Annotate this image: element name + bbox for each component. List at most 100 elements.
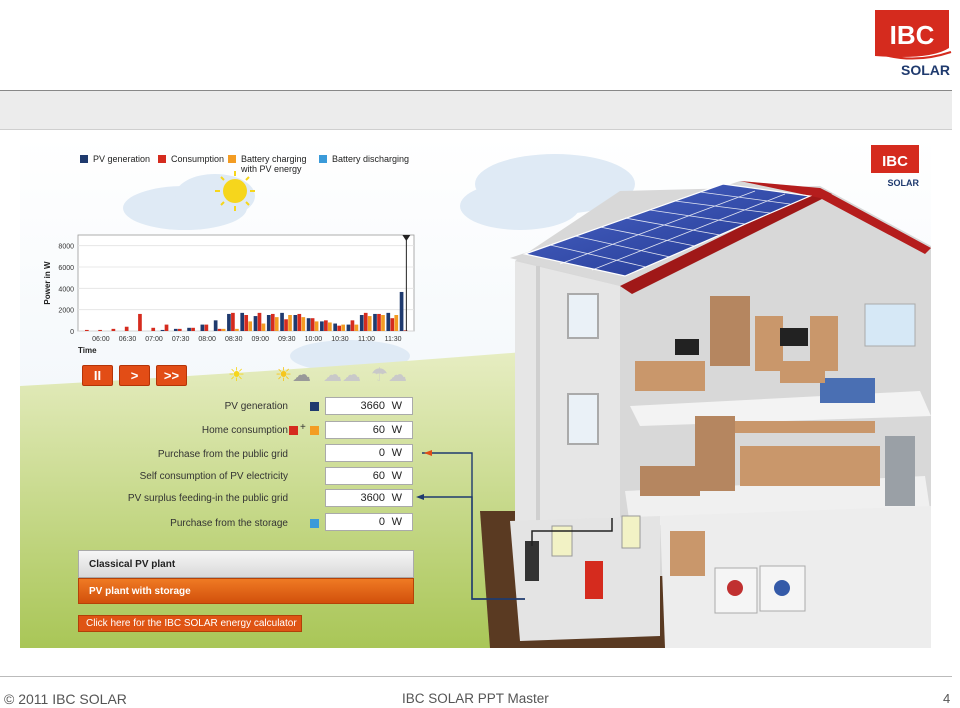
bar-pv-generation: [399, 291, 404, 331]
bar-battery-charging-with-pv-energy: [235, 328, 239, 331]
play-button[interactable]: >: [119, 365, 150, 386]
legend-battery-charging: Battery charging with PV energy: [228, 154, 318, 174]
bar-battery-charging-with-pv-energy: [274, 317, 279, 331]
legend-label: Battery charging with PV energy: [241, 154, 307, 174]
bar-battery-charging-with-pv-energy: [394, 315, 399, 331]
bar-consumption: [324, 320, 328, 331]
bar-pv-generation: [200, 324, 205, 331]
bar-pv-generation: [240, 312, 245, 331]
home-consumption-field: 60 W: [325, 421, 413, 439]
bar-consumption: [231, 312, 235, 331]
self-consumption-field: 60 W: [325, 467, 413, 485]
bar-pv-generation: [293, 315, 298, 331]
bar-battery-charging-with-pv-energy: [354, 324, 359, 331]
unit: W: [391, 516, 402, 528]
legend-consumption: Consumption: [158, 154, 224, 164]
classical-pv-plant-tab[interactable]: Classical PV plant: [78, 550, 414, 578]
bar-pv-generation: [373, 313, 377, 331]
bar-battery-charging-with-pv-energy: [367, 316, 372, 331]
value: 60: [372, 470, 385, 482]
bar-consumption: [177, 328, 182, 331]
app-logo-brand: IBC: [882, 153, 908, 170]
bar-consumption: [124, 326, 129, 331]
energy-calculator-button[interactable]: Click here for the IBC SOLAR energy calc…: [78, 615, 302, 632]
sun-cloud-icon[interactable]: ☀☁: [275, 366, 311, 386]
fast-forward-button[interactable]: >>: [156, 365, 187, 386]
footer-title: IBC SOLAR PPT Master: [402, 691, 549, 706]
x-tick-label: 08:30: [225, 336, 243, 343]
bar-pv-generation: [346, 324, 351, 331]
app-logo-sub: SOLAR: [888, 178, 920, 188]
x-axis-label: Time: [78, 346, 97, 355]
title-band: [0, 90, 952, 130]
x-tick-label: 09:30: [278, 336, 296, 343]
pause-button[interactable]: II: [82, 365, 113, 386]
bar-consumption: [270, 313, 275, 331]
value: 60: [372, 424, 385, 436]
bar-consumption: [297, 313, 302, 331]
legend-label: Battery discharging: [332, 154, 410, 164]
ibc-solar-logo: IBC SOLAR: [875, 10, 952, 78]
bar-pv-generation: [359, 315, 364, 331]
energy-simulation-app: IBC SOLAR PV generation Consumption Batt…: [20, 136, 931, 648]
bar-consumption: [390, 318, 395, 331]
svg-text:IBC: IBC: [890, 20, 935, 50]
pv-plant-with-storage-tab[interactable]: PV plant with storage: [78, 578, 414, 604]
sun-icon[interactable]: ☀: [228, 366, 245, 386]
bar-battery-charging-with-pv-energy: [221, 328, 226, 331]
bar-consumption: [98, 329, 102, 331]
row-label-purchase-storage: Purchase from the storage: [170, 518, 288, 529]
x-tick-label: 10:00: [305, 336, 323, 343]
bar-consumption: [244, 315, 249, 331]
legend-pv-generation: PV generation: [80, 154, 150, 164]
unit: W: [391, 470, 402, 482]
value: 0: [378, 447, 385, 459]
y-tick-label: 4000: [58, 286, 74, 293]
bar-consumption: [84, 329, 89, 331]
pv-surplus-field: 3600 W: [325, 489, 413, 507]
purchase-grid-field: 0W: [325, 444, 413, 462]
bar-pv-generation: [320, 321, 324, 331]
value: 0: [378, 516, 385, 528]
x-tick-label: 11:30: [385, 336, 402, 343]
unit: W: [391, 492, 402, 504]
bar-battery-charging-with-pv-energy: [381, 315, 385, 331]
bar-battery-charging-with-pv-energy: [328, 322, 332, 331]
page-number: 4: [943, 691, 951, 706]
legend-battery-discharging: Battery discharging: [319, 154, 409, 164]
power-chart: 0 2000 4000 6000 8000 Power in W Time 06:00 06:3…: [43, 234, 415, 355]
plus-sign: +: [300, 422, 306, 433]
x-tick-label: 11:00: [358, 336, 375, 343]
battery-charging-indicator: [310, 426, 319, 435]
bar-battery-charging-with-pv-energy: [301, 317, 306, 331]
bar-consumption: [217, 328, 222, 331]
row-label-self-consumption: Self consumption of PV electricity: [139, 471, 288, 482]
bar-pv-generation: [280, 312, 284, 331]
x-tick-label: 08:00: [198, 336, 216, 343]
pv-generation-indicator: [310, 402, 319, 411]
bar-pv-generation: [213, 320, 218, 331]
bar-consumption: [310, 318, 315, 331]
bar-pv-generation: [253, 316, 258, 331]
pv-generation-field: 3660 W: [325, 397, 413, 415]
legend-swatch: [228, 155, 236, 163]
legend-label: Consumption: [171, 154, 225, 164]
rain-icon[interactable]: ☂☁: [371, 366, 407, 386]
legend-swatch: [80, 155, 88, 163]
bar-consumption: [363, 312, 368, 331]
cloud-icon[interactable]: ☁☁: [323, 366, 361, 386]
bar-pv-generation: [386, 312, 391, 331]
x-tick-label: 10:30: [331, 336, 349, 343]
bar-pv-generation: [266, 315, 271, 331]
x-tick-label: 09:00: [252, 336, 270, 343]
footer-copyright: © 2011 IBC SOLAR: [4, 691, 127, 707]
x-tick-label: 07:30: [172, 336, 190, 343]
y-tick-label: 0: [70, 329, 74, 336]
legend-label: PV generation: [93, 154, 151, 164]
bar-pv-generation: [306, 318, 311, 331]
row-label-home-consumption: Home consumption: [201, 425, 288, 436]
svg-text:SOLAR: SOLAR: [901, 62, 950, 78]
bar-battery-charging-with-pv-energy: [314, 321, 319, 331]
bar-pv-generation: [160, 329, 165, 331]
bar-battery-charging-with-pv-energy: [248, 321, 253, 331]
